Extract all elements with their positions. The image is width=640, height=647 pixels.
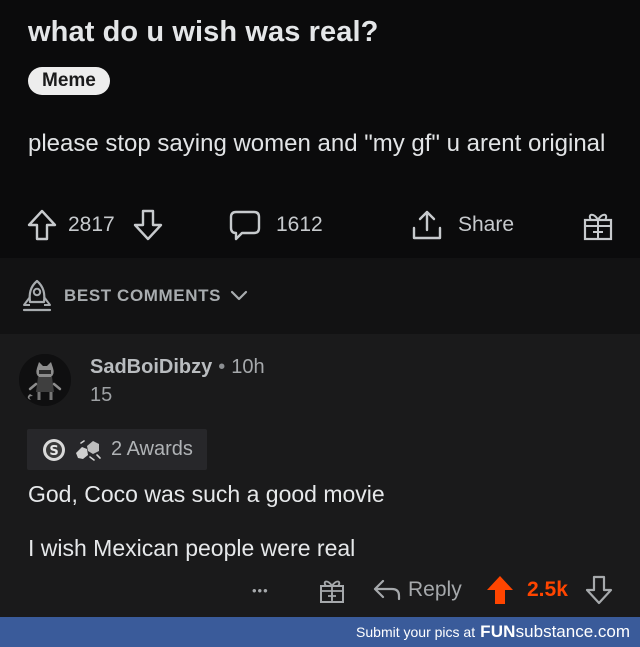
comment-award-button[interactable] (318, 568, 346, 612)
more-icon: ••• (252, 582, 269, 598)
comment-upvote-button[interactable] (485, 568, 515, 612)
silver-award-icon: S (43, 438, 65, 461)
post-flair[interactable]: Meme (28, 67, 110, 95)
svg-text:S: S (49, 444, 58, 459)
watermark-suffix: .com (593, 622, 630, 641)
awards-badge[interactable]: S 2 Awards (27, 429, 207, 470)
downvote-button[interactable] (132, 203, 164, 247)
share-button[interactable]: Share (410, 203, 514, 247)
raccoon-avatar-icon (19, 354, 71, 406)
sort-label: BEST COMMENTS (64, 286, 222, 305)
comment-icon (229, 210, 261, 241)
watermark-brand-2: substance (515, 622, 594, 641)
comment-actions: ••• Reply 2.5k (0, 568, 640, 612)
awards-label: 2 Awards (111, 438, 193, 460)
comment-karma: 15 (90, 384, 113, 406)
post: what do u wish was real? Meme please sto… (0, 0, 640, 258)
reply-button[interactable]: Reply (372, 568, 462, 612)
comments-button[interactable] (228, 203, 262, 247)
comment-score: 2.5k (527, 578, 568, 601)
comment-count: 1612 (276, 213, 323, 236)
meta-separator: • (218, 356, 226, 378)
avatar[interactable] (19, 354, 71, 406)
gift-icon (583, 213, 613, 241)
gift-icon (320, 580, 344, 603)
rocket-icon (22, 279, 52, 312)
post-actions: 2817 1612 Share (0, 203, 640, 247)
fist-bump-icon (76, 439, 101, 461)
share-label: Share (458, 213, 515, 236)
comment-line-1: God, Coco was such a good movie (28, 481, 385, 507)
comment-author[interactable]: SadBoiDibzy (90, 356, 212, 378)
upvote-icon (487, 576, 513, 604)
comment-age: 10h (231, 356, 265, 378)
chevron-down-icon (230, 290, 248, 301)
comment: SadBoiDibzy • 10h 15 S 2 Awards God, Coco … (0, 334, 640, 617)
funsubstance-watermark: Submit your pics at FUN substance .com (0, 617, 640, 647)
comment-downvote-button[interactable] (585, 568, 613, 612)
upvote-icon (27, 209, 57, 241)
watermark-prefix: Submit your pics at (356, 624, 476, 640)
reply-icon (373, 579, 401, 601)
award-button[interactable] (582, 203, 614, 247)
watermark-brand: FUN (480, 622, 516, 641)
post-body: please stop saying women and "my gf" u a… (28, 130, 606, 157)
comment-line-2: I wish Mexican people were real (28, 535, 356, 561)
upvote-button[interactable] (26, 203, 58, 247)
comment-meta: SadBoiDibzy • 10h (90, 356, 265, 379)
downvote-icon (133, 209, 163, 241)
post-vote-count: 2817 (68, 213, 115, 236)
sort-dropdown[interactable]: BEST COMMENTS (20, 276, 249, 316)
downvote-icon (585, 575, 613, 605)
reply-label: Reply (408, 578, 462, 601)
post-title: what do u wish was real? (28, 16, 379, 48)
more-options-button[interactable]: ••• (252, 568, 269, 612)
share-icon (412, 210, 442, 240)
